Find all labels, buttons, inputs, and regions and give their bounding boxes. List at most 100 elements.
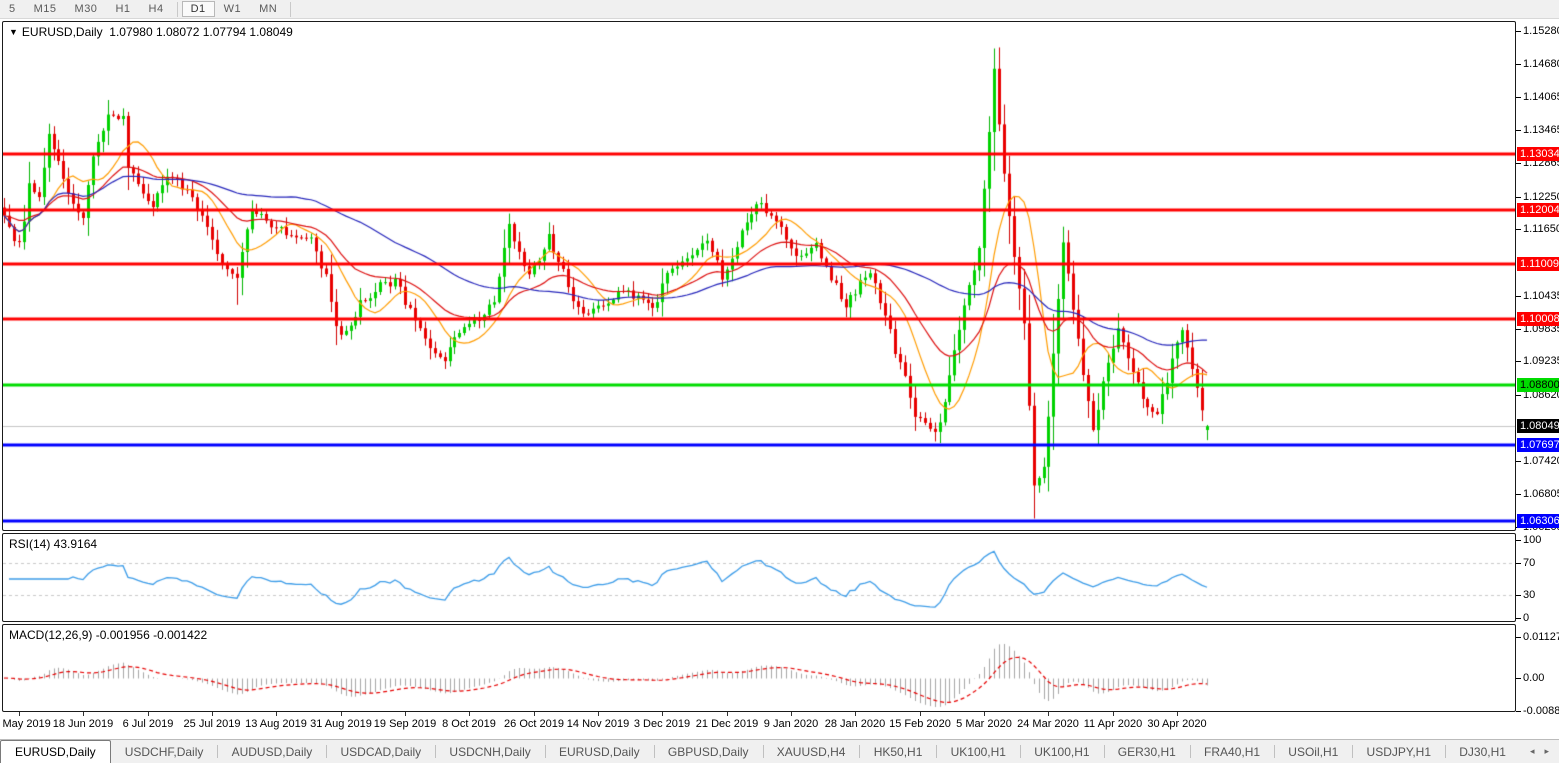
date-tick-mark bbox=[534, 712, 535, 716]
axis-tick-mark bbox=[1516, 97, 1521, 98]
axis-tick-label: 1.09235 bbox=[1523, 355, 1559, 367]
date-tick-mark bbox=[920, 712, 921, 716]
timeframe-button-5[interactable]: 5 bbox=[0, 1, 25, 17]
date-tick-mark bbox=[662, 712, 663, 716]
date-axis-label: 8 Oct 2019 bbox=[442, 718, 496, 730]
chart-tab-uk100-h1[interactable]: UK100,H1 bbox=[1020, 740, 1103, 763]
date-axis-label: 31 Aug 2019 bbox=[310, 718, 372, 730]
price-axis[interactable]: 1.152801.146801.140651.134651.128651.122… bbox=[1516, 21, 1559, 532]
axis-tick-label: 1.12250 bbox=[1523, 191, 1559, 203]
date-tick-mark bbox=[1113, 712, 1114, 716]
date-axis-label: 28 Jan 2020 bbox=[825, 718, 886, 730]
price-chart-panel[interactable]: ▼ EURUSD,Daily 1.07980 1.08072 1.07794 1.… bbox=[2, 21, 1516, 531]
chart-tab-ger30-h1[interactable]: GER30,H1 bbox=[1104, 740, 1190, 763]
timeframe-button-m30[interactable]: M30 bbox=[66, 1, 107, 17]
chart-tab-fra40-h1[interactable]: FRA40,H1 bbox=[1190, 740, 1274, 763]
rsi-chart-canvas[interactable] bbox=[3, 534, 1515, 621]
date-tick-mark bbox=[83, 712, 84, 716]
timeframe-button-h4[interactable]: H4 bbox=[140, 1, 173, 17]
date-axis[interactable]: 30 May 201918 Jun 20196 Jul 201925 Jul 2… bbox=[2, 712, 1516, 738]
axis-tick-label: 30 bbox=[1523, 589, 1535, 601]
rsi-label: RSI(14) 43.9164 bbox=[9, 537, 97, 551]
toolbar-separator bbox=[177, 2, 178, 17]
axis-tick-label: 1.13465 bbox=[1523, 124, 1559, 136]
chart-dropdown-icon[interactable]: ▼ bbox=[9, 27, 18, 37]
axis-tick-label: -0.00884 bbox=[1523, 705, 1559, 717]
chart-tab-dj30-h1[interactable]: DJ30,H1 bbox=[1445, 740, 1520, 763]
chart-tab-usdchf-daily[interactable]: USDCHF,Daily bbox=[111, 740, 218, 763]
axis-tick-label: 100 bbox=[1523, 534, 1541, 546]
date-tick-mark bbox=[984, 712, 985, 716]
chart-ohlc-values: 1.07980 1.08072 1.07794 1.08049 bbox=[109, 25, 293, 39]
macd-axis: 0.0112770.00-0.00884 bbox=[1516, 624, 1559, 712]
chart-symbol-label: EURUSD,Daily bbox=[22, 25, 103, 39]
macd-label: MACD(12,26,9) -0.001956 -0.001422 bbox=[9, 628, 207, 642]
date-axis-label: 3 Dec 2019 bbox=[634, 718, 690, 730]
chart-tab-usoil-h1[interactable]: USOil,H1 bbox=[1274, 740, 1352, 763]
axis-tick-mark bbox=[1516, 618, 1521, 619]
chart-tab-audusd-daily[interactable]: AUDUSD,Daily bbox=[218, 740, 327, 763]
date-axis-label: 9 Jan 2020 bbox=[764, 718, 818, 730]
timeframe-button-h1[interactable]: H1 bbox=[106, 1, 139, 17]
date-axis-label: 6 Jul 2019 bbox=[123, 718, 174, 730]
date-tick-mark bbox=[791, 712, 792, 716]
chart-tab-usdcnh-daily[interactable]: USDCNH,Daily bbox=[435, 740, 544, 763]
timeframe-button-d1[interactable]: D1 bbox=[182, 1, 215, 17]
tab-scroll-left-icon[interactable]: ◂ bbox=[1530, 746, 1535, 757]
date-axis-label: 5 Mar 2020 bbox=[956, 718, 1012, 730]
axis-tick-mark bbox=[1516, 163, 1521, 164]
price-level-label: 1.06306 bbox=[1517, 514, 1559, 528]
date-axis-label: 24 Mar 2020 bbox=[1017, 718, 1079, 730]
chart-tab-hk50-h1[interactable]: HK50,H1 bbox=[860, 740, 937, 763]
timeframe-button-mn[interactable]: MN bbox=[250, 1, 286, 17]
date-axis-label: 11 Apr 2020 bbox=[1084, 718, 1143, 730]
axis-tick-mark bbox=[1516, 64, 1521, 65]
axis-tick-mark bbox=[1516, 494, 1521, 495]
axis-tick-mark bbox=[1516, 31, 1521, 32]
chart-tab-eurusd-daily[interactable]: EURUSD,Daily bbox=[545, 740, 654, 763]
date-axis-label: 14 Nov 2019 bbox=[567, 718, 629, 730]
axis-tick-mark bbox=[1516, 361, 1521, 362]
chart-title: ▼ EURUSD,Daily 1.07980 1.08072 1.07794 1.… bbox=[9, 25, 293, 39]
macd-chart-canvas[interactable] bbox=[3, 625, 1515, 711]
chart-tab-gbpusd-daily[interactable]: GBPUSD,Daily bbox=[654, 740, 763, 763]
price-level-label: 1.07697 bbox=[1517, 438, 1559, 452]
chart-tab-xauusd-h4[interactable]: XAUUSD,H4 bbox=[763, 740, 860, 763]
axis-tick-mark bbox=[1516, 540, 1521, 541]
axis-tick-mark bbox=[1516, 678, 1521, 679]
macd-indicator-panel[interactable]: MACD(12,26,9) -0.001956 -0.001422 bbox=[2, 624, 1516, 712]
price-level-label: 1.11009 bbox=[1517, 257, 1559, 271]
axis-tick-mark bbox=[1516, 711, 1521, 712]
price-level-label: 1.10008 bbox=[1517, 312, 1559, 326]
axis-tick-label: 0.011277 bbox=[1523, 631, 1559, 643]
axis-tick-mark bbox=[1516, 296, 1521, 297]
chart-tab-eurusd-daily[interactable]: EURUSD,Daily bbox=[0, 740, 111, 763]
timeframe-button-w1[interactable]: W1 bbox=[215, 1, 251, 17]
rsi-axis: 10070300 bbox=[1516, 533, 1559, 622]
timeframe-button-m15[interactable]: M15 bbox=[25, 1, 66, 17]
axis-tick-mark bbox=[1516, 595, 1521, 596]
axis-tick-label: 1.07420 bbox=[1523, 455, 1559, 467]
date-axis-label: 13 Aug 2019 bbox=[245, 718, 307, 730]
axis-tick-label: 1.14065 bbox=[1523, 91, 1559, 103]
rsi-indicator-panel[interactable]: RSI(14) 43.9164 bbox=[2, 533, 1516, 622]
candlestick-chart-canvas[interactable] bbox=[3, 22, 1515, 530]
axis-tick-mark bbox=[1516, 563, 1521, 564]
axis-tick-label: 1.10435 bbox=[1523, 290, 1559, 302]
date-axis-label: 19 Sep 2019 bbox=[374, 718, 436, 730]
tab-scroll-right-icon[interactable]: ▸ bbox=[1544, 746, 1549, 757]
axis-tick-mark bbox=[1516, 395, 1521, 396]
date-tick-mark bbox=[212, 712, 213, 716]
date-tick-mark bbox=[1177, 712, 1178, 716]
price-level-label: 1.12004 bbox=[1517, 203, 1559, 217]
chart-tab-usdjpy-h1[interactable]: USDJPY,H1 bbox=[1353, 740, 1445, 763]
date-axis-label: 30 Apr 2020 bbox=[1147, 718, 1206, 730]
axis-tick-label: 1.11650 bbox=[1523, 223, 1559, 235]
axis-tick-mark bbox=[1516, 329, 1521, 330]
date-tick-mark bbox=[855, 712, 856, 716]
date-axis-label: 30 May 2019 bbox=[0, 718, 51, 730]
axis-tick-label: 1.14680 bbox=[1523, 58, 1559, 70]
chart-tab-usdcad-daily[interactable]: USDCAD,Daily bbox=[327, 740, 436, 763]
chart-tab-uk100-h1[interactable]: UK100,H1 bbox=[937, 740, 1020, 763]
timeframe-toolbar: 5M15M30H1H4 D1W1MN bbox=[0, 0, 1559, 19]
